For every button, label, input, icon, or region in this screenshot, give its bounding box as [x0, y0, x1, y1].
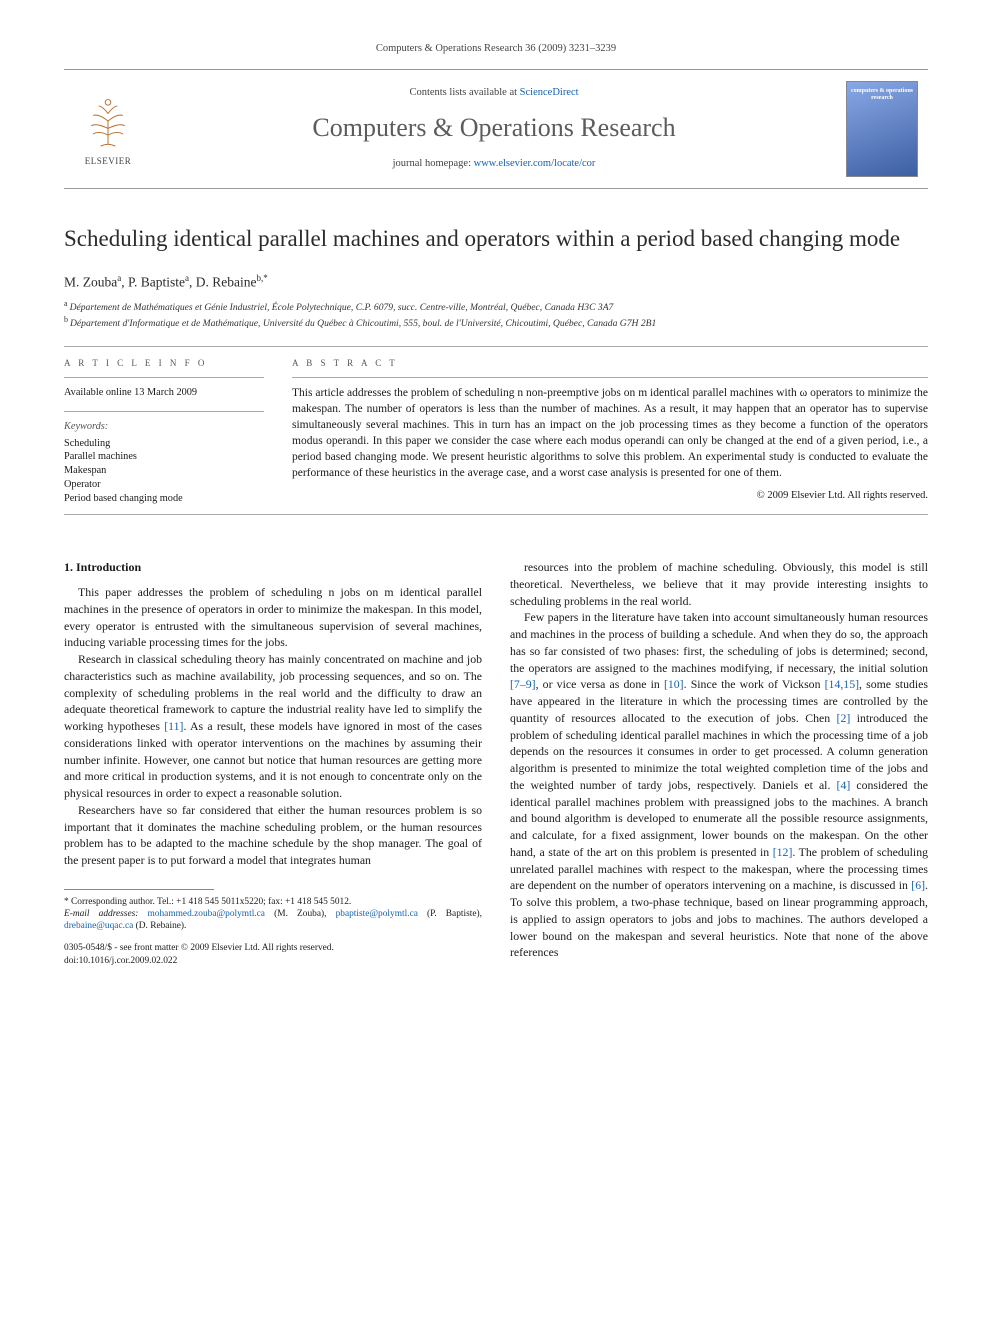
authors-line: M. Zoubaa, P. Baptistea, D. Rebaineb,*: [64, 272, 928, 292]
para-5c: . Since the work of Vickson: [684, 677, 825, 691]
email-3-who: (D. Rebaine).: [133, 921, 186, 931]
section-title: Introduction: [76, 560, 141, 574]
emails-label: E-mail addresses:: [64, 909, 148, 919]
abstract-divider: [292, 377, 928, 378]
ref-12[interactable]: [12]: [773, 845, 793, 859]
ref-4[interactable]: [4]: [837, 778, 851, 792]
keyword-3: Makespan: [64, 464, 264, 478]
section-number: 1.: [64, 560, 73, 574]
masthead-center: Contents lists available at ScienceDirec…: [152, 70, 836, 188]
para-5a: Few papers in the literature have taken …: [510, 610, 928, 674]
doi-line: doi:10.1016/j.cor.2009.02.022: [64, 955, 482, 967]
affiliations: aDépartement de Mathématiques et Génie I…: [64, 299, 928, 331]
publisher-block: ELSEVIER: [64, 70, 152, 188]
aff-label-a: a: [64, 299, 68, 308]
cover-title-text: computers & operations research: [851, 88, 913, 101]
keyword-2: Parallel machines: [64, 450, 264, 464]
sciencedirect-link[interactable]: ScienceDirect: [520, 87, 579, 98]
keyword-4: Operator: [64, 478, 264, 492]
available-online: Available online 13 March 2009: [64, 386, 264, 401]
masthead: ELSEVIER Contents lists available at Sci…: [64, 69, 928, 189]
aff-text-a: Département de Mathématiques et Génie In…: [70, 303, 614, 314]
doi-block: 0305-0548/$ - see front matter © 2009 El…: [64, 942, 482, 966]
journal-title: Computers & Operations Research: [312, 110, 675, 147]
abstract-column: A B S T R A C T This article addresses t…: [292, 357, 928, 506]
section-1-heading: 1. Introduction: [64, 559, 482, 576]
ref-10[interactable]: [10]: [664, 677, 684, 691]
ref-14-15[interactable]: [14,15]: [825, 677, 859, 691]
aff-text-b: Département d'Informatique et de Mathéma…: [70, 319, 656, 330]
info-divider: [64, 377, 264, 378]
affiliation-b: bDépartement d'Informatique et de Mathém…: [64, 315, 928, 331]
left-column-footer: * Corresponding author. Tel.: +1 418 545…: [64, 889, 482, 967]
homepage-prefix: journal homepage:: [393, 158, 474, 169]
author-2: P. Baptiste: [128, 274, 185, 289]
affiliation-a: aDépartement de Mathématiques et Génie I…: [64, 299, 928, 315]
journal-homepage-line: journal homepage: www.elsevier.com/locat…: [393, 157, 596, 172]
divider-2: [64, 514, 928, 515]
author-1: M. Zouba: [64, 274, 117, 289]
publisher-name: ELSEVIER: [85, 155, 132, 168]
author-1-aff: a: [117, 273, 121, 283]
para-3: Researchers have so far considered that …: [64, 802, 482, 869]
article-info-column: A R T I C L E I N F O Available online 1…: [64, 357, 264, 506]
aff-label-b: b: [64, 315, 68, 324]
author-3: D. Rebaine: [196, 274, 257, 289]
footnote-rule: [64, 889, 214, 890]
divider-1: [64, 346, 928, 347]
journal-homepage-link[interactable]: www.elsevier.com/locate/cor: [474, 158, 596, 169]
journal-cover-thumbnail: computers & operations research: [846, 81, 918, 177]
para-5b: , or vice versa as done in: [536, 677, 664, 691]
ref-2[interactable]: [2]: [837, 711, 851, 725]
keywords-list: Scheduling Parallel machines Makespan Op…: [64, 437, 264, 506]
ref-11[interactable]: [11]: [164, 719, 183, 733]
article-info-head: A R T I C L E I N F O: [64, 357, 264, 370]
running-header: Computers & Operations Research 36 (2009…: [64, 42, 928, 57]
info-abstract-row: A R T I C L E I N F O Available online 1…: [64, 357, 928, 506]
keyword-1: Scheduling: [64, 437, 264, 451]
para-2: Research in classical scheduling theory …: [64, 651, 482, 802]
info-divider-2: [64, 411, 264, 412]
ref-7-9[interactable]: [7–9]: [510, 677, 536, 691]
abstract-copyright: © 2009 Elsevier Ltd. All rights reserved…: [292, 489, 928, 504]
author-3-aff: b,*: [257, 273, 268, 283]
emails-line: E-mail addresses: mohammed.zouba@polymtl…: [64, 908, 482, 932]
cover-thumbnail-block: computers & operations research: [836, 70, 928, 188]
elsevier-tree-icon: [78, 91, 138, 151]
corresponding-author-footnote: * Corresponding author. Tel.: +1 418 545…: [64, 896, 482, 933]
abstract-head: A B S T R A C T: [292, 357, 928, 370]
front-matter-line: 0305-0548/$ - see front matter © 2009 El…: [64, 942, 482, 954]
keyword-5: Period based changing mode: [64, 492, 264, 506]
para-5: Few papers in the literature have taken …: [510, 609, 928, 961]
para-1: This paper addresses the problem of sche…: [64, 584, 482, 651]
email-1[interactable]: mohammed.zouba@polymtl.ca: [148, 909, 265, 919]
email-1-who: (M. Zouba),: [265, 909, 336, 919]
body-two-column: 1. Introduction This paper addresses the…: [64, 559, 928, 967]
author-2-aff: a: [185, 273, 189, 283]
article-title: Scheduling identical parallel machines a…: [64, 225, 928, 254]
contents-prefix: Contents lists available at: [409, 87, 519, 98]
keywords-head: Keywords:: [64, 420, 264, 435]
para-4: resources into the problem of machine sc…: [510, 559, 928, 609]
email-2-who: (P. Baptiste),: [418, 909, 482, 919]
contents-available-line: Contents lists available at ScienceDirec…: [409, 86, 578, 101]
ref-6[interactable]: [6]: [911, 878, 925, 892]
abstract-text: This article addresses the problem of sc…: [292, 386, 928, 481]
email-3[interactable]: drebaine@uqac.ca: [64, 921, 133, 931]
corr-author-line: * Corresponding author. Tel.: +1 418 545…: [64, 896, 482, 908]
email-2[interactable]: pbaptiste@polymtl.ca: [336, 909, 418, 919]
